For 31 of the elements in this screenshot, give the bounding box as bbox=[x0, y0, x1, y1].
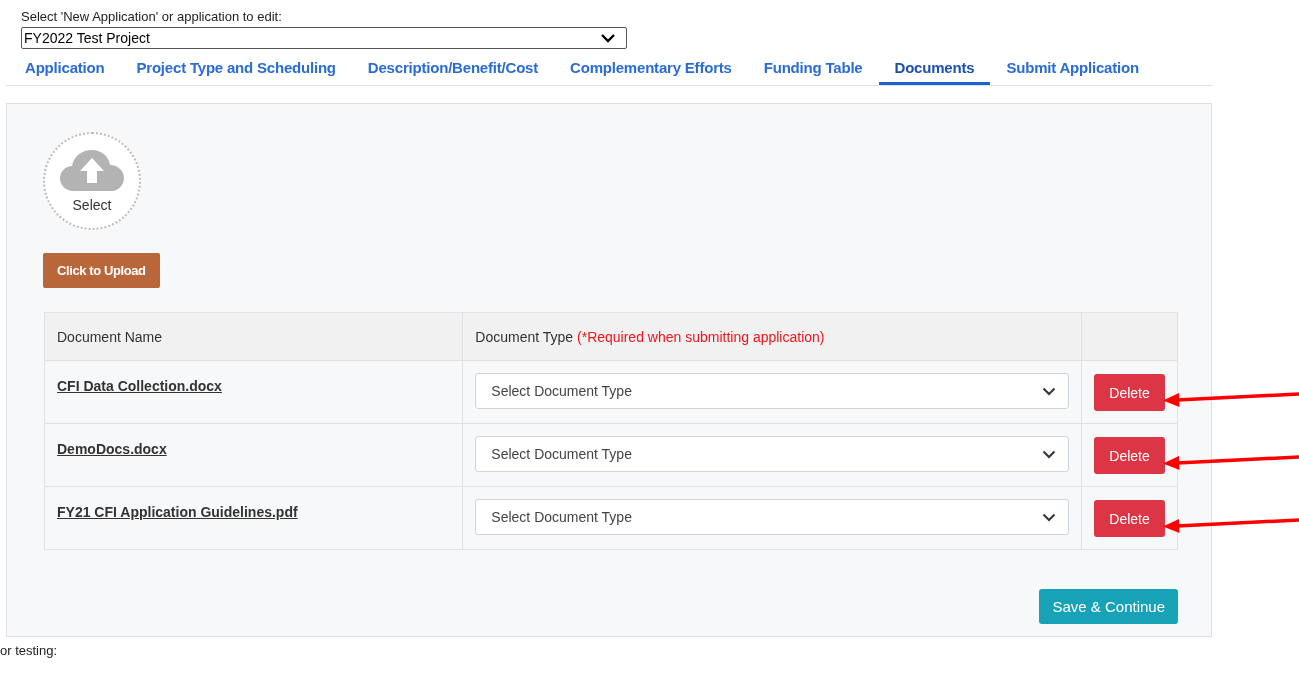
column-header: Document Type bbox=[475, 328, 574, 345]
upload-drop-zone[interactable]: Select bbox=[43, 132, 141, 230]
tab[interactable]: Description/Benefit/Cost bbox=[351, 53, 555, 85]
document-type-select[interactable]: Select Document Type bbox=[475, 499, 1069, 535]
upload-button[interactable]: Click to Upload bbox=[43, 253, 160, 288]
tab[interactable]: Documents bbox=[878, 53, 991, 85]
picker-label: Select 'New Application' or application to edit: bbox=[21, 8, 283, 26]
column-header: Document Name bbox=[57, 328, 163, 345]
document-type-select[interactable]: Select Document Type bbox=[475, 436, 1069, 472]
document-type-select[interactable]: Select Document Type bbox=[475, 373, 1069, 409]
document-link[interactable]: DemoDocs.docx bbox=[57, 441, 167, 457]
footer-text: or testing: bbox=[0, 643, 59, 658]
delete-button[interactable]: Delete bbox=[1094, 437, 1165, 474]
chevron-down-icon bbox=[1042, 386, 1056, 396]
cloud-upload-icon bbox=[60, 149, 124, 193]
tab[interactable]: Submit Application bbox=[990, 53, 1155, 85]
chevron-down-icon bbox=[1042, 512, 1056, 522]
delete-button[interactable]: Delete bbox=[1094, 374, 1165, 411]
tab[interactable]: Complementary Efforts bbox=[554, 53, 748, 85]
select-label: Select bbox=[72, 197, 112, 213]
tab[interactable]: Project Type and Scheduling bbox=[120, 53, 352, 85]
chevron-down-icon bbox=[1042, 449, 1056, 459]
chevron-down-icon bbox=[600, 33, 616, 43]
tab[interactable]: Funding Table bbox=[747, 53, 879, 85]
save-continue-button[interactable]: Save & Continue bbox=[1039, 589, 1178, 624]
tab[interactable]: Application bbox=[6, 53, 121, 85]
document-link[interactable]: FY21 CFI Application Guidelines.pdf bbox=[57, 504, 298, 520]
application-select[interactable]: FY2022 Test Project bbox=[21, 27, 627, 49]
document-link[interactable]: CFI Data Collection.docx bbox=[57, 378, 222, 394]
required-note: (*Required when submitting application) bbox=[577, 328, 825, 345]
delete-button[interactable]: Delete bbox=[1094, 500, 1165, 537]
